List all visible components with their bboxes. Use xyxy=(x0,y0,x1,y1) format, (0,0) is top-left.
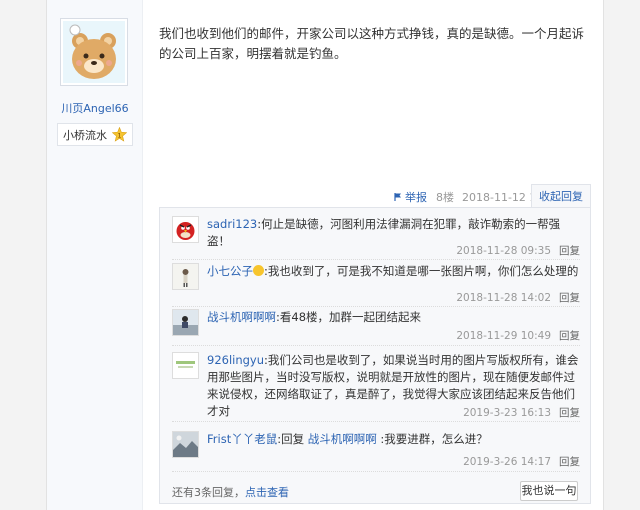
reply-item: 战斗机啊啊啊:看48楼，加群一起团结起来 2018-11-29 10:49 回复 xyxy=(172,309,580,346)
reply-item: 小七公子 :我也收到了，可是我不知道是哪一张图片啊，你们怎么处理的 2018-11… xyxy=(172,263,580,307)
author-column: 川页Angel66 小桥流水 1 xyxy=(47,0,143,510)
reply-text: 小七公子 :我也收到了，可是我不知道是哪一张图片啊，你们怎么处理的 xyxy=(207,263,580,280)
author-avatar[interactable] xyxy=(60,18,128,86)
reply-button[interactable]: 回复 xyxy=(559,330,580,342)
post-content: 我们也收到他们的邮件，开家公司以这种方式挣钱，真的是缺德。一个月起诉的公司上百家… xyxy=(159,26,585,61)
author-level: 小桥流水 1 xyxy=(57,123,133,146)
reply-username[interactable]: 战斗机啊啊啊 xyxy=(207,310,276,324)
reply-body: :我要进群，怎么进？ xyxy=(376,432,488,446)
landscape-avatar-icon xyxy=(173,432,198,457)
person-avatar-icon xyxy=(173,264,198,289)
reply-text: Frist丫丫老鼠:回复 战斗机啊啊啊 :我要进群，怎么进？ xyxy=(207,431,580,448)
reply-avatar[interactable] xyxy=(172,431,199,458)
reply-meta: 2018-11-28 14:02 回复 xyxy=(456,290,580,305)
reply-meta: 2018-11-29 10:49 回复 xyxy=(456,328,580,343)
report-label: 举报 xyxy=(405,191,427,204)
reply-username[interactable]: 926lingyu xyxy=(207,353,264,367)
level-name: 小桥流水 xyxy=(63,128,107,142)
smile-emoji-icon xyxy=(253,265,264,276)
reply-time: 2018-11-28 14:02 xyxy=(456,292,551,304)
text-logo-avatar-icon xyxy=(173,353,198,378)
reply-avatar[interactable] xyxy=(172,216,199,243)
reply-item: Frist丫丫老鼠:回复 战斗机啊啊啊 :我要进群，怎么进？ 2019-3-26… xyxy=(172,431,580,472)
reply-item: 926lingyu:我们公司也是收到了，如果说当时用的图片写版权所有，谁会用那些… xyxy=(172,352,580,422)
reply-avatar[interactable] xyxy=(172,309,199,336)
bear-avatar-icon xyxy=(63,21,125,83)
reply-prefix: :回复 xyxy=(277,432,308,446)
reply-button[interactable]: 回复 xyxy=(559,292,580,304)
reply-time: 2018-11-29 10:49 xyxy=(456,330,551,342)
photo-avatar-icon xyxy=(173,310,198,335)
reply-meta: 2019-3-23 16:13 回复 xyxy=(463,405,580,420)
reply-item: sadri123:何止是缺德，河图利用法律漏洞在犯罪，敲诈勒索的一帮强盗！ 20… xyxy=(172,216,580,260)
reply-button[interactable]: 回复 xyxy=(559,245,580,257)
reply-body: :看48楼，加群一起团结起来 xyxy=(276,310,422,324)
reply-meta: 2019-3-26 14:17 回复 xyxy=(463,454,580,469)
angry-bird-avatar-icon xyxy=(173,217,198,242)
reply-text: 战斗机啊啊啊:看48楼，加群一起团结起来 xyxy=(207,309,580,326)
view-more-link[interactable]: 点击查看 xyxy=(245,486,289,499)
reply-username[interactable]: sadri123 xyxy=(207,217,257,231)
more-replies: 还有3条回复，点击查看 xyxy=(172,484,289,500)
post-page: 川页Angel66 小桥流水 1 我们也收到他们的邮件，开家公司以这种方式挣钱，… xyxy=(46,0,604,510)
reply-avatar[interactable] xyxy=(172,352,199,379)
collapse-replies-button[interactable]: 收起回复 xyxy=(531,184,591,208)
reply-username[interactable]: Frist丫丫老鼠 xyxy=(207,432,277,446)
reply-time: 2018-11-28 09:35 xyxy=(456,245,551,257)
more-replies-text: 还有3条回复， xyxy=(172,486,245,499)
reply-box: sadri123:何止是缺德，河图利用法律漏洞在犯罪，敲诈勒索的一帮强盗！ 20… xyxy=(159,207,591,504)
author-username[interactable]: 川页Angel66 xyxy=(47,100,143,116)
reply-username[interactable]: 小七公子 xyxy=(207,264,253,278)
level-badge-icon: 1 xyxy=(112,127,127,142)
reply-time: 2019-3-26 14:17 xyxy=(463,456,551,468)
reply-button[interactable]: 回复 xyxy=(559,407,580,419)
reply-time: 2019-3-23 16:13 xyxy=(463,407,551,419)
reply-body: :我也收到了，可是我不知道是哪一张图片啊，你们怎么处理的 xyxy=(264,264,579,278)
say-something-button[interactable]: 我也说一句 xyxy=(520,481,578,501)
reply-avatar[interactable] xyxy=(172,263,199,290)
report-link[interactable]: 举报 xyxy=(393,189,427,205)
reply-button[interactable]: 回复 xyxy=(559,456,580,468)
svg-text:1: 1 xyxy=(117,131,121,139)
reply-meta: 2018-11-28 09:35 回复 xyxy=(456,243,580,258)
reply-mention[interactable]: 战斗机啊啊啊 xyxy=(308,432,377,446)
floor-number: 8楼 xyxy=(436,191,454,204)
report-icon xyxy=(394,193,401,201)
